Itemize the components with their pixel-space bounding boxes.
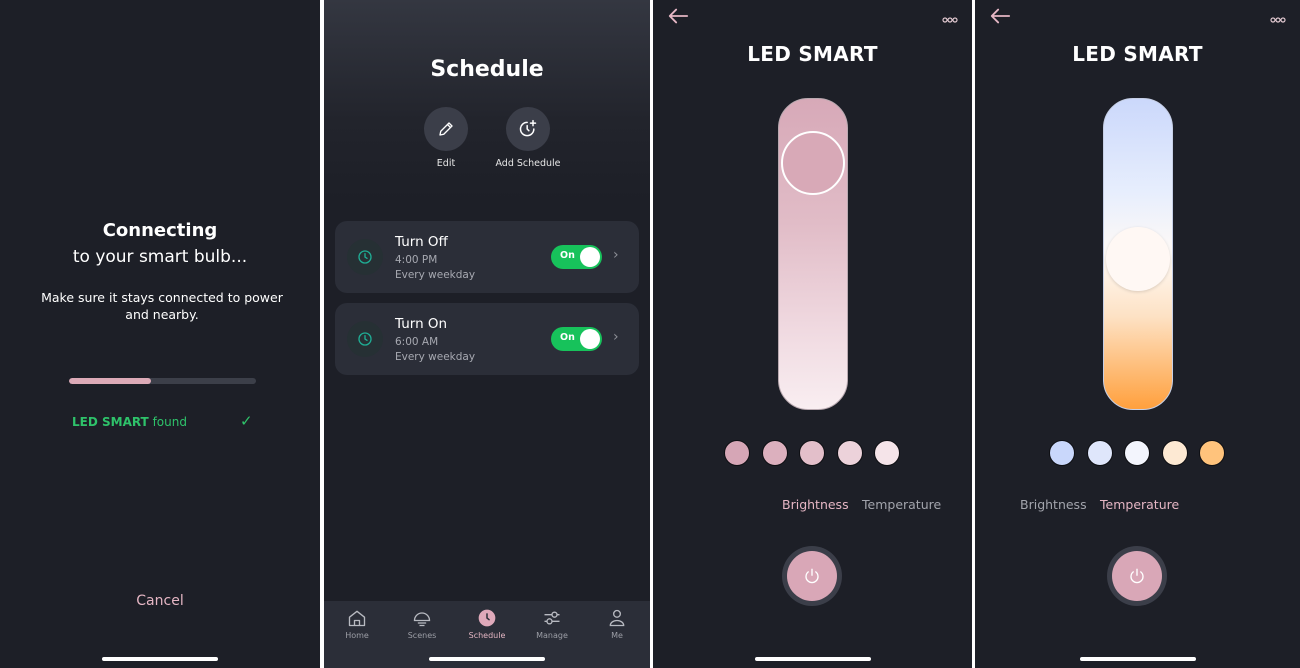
color-swatch[interactable]: [799, 440, 825, 466]
power-button[interactable]: [1107, 546, 1167, 606]
clock-icon: [478, 609, 496, 627]
edit-button[interactable]: Edit: [401, 107, 491, 169]
schedule-name: Turn On: [395, 316, 448, 332]
tab-label: Schedule: [468, 631, 506, 640]
found-device-name: LED SMART: [72, 415, 149, 429]
toggle-label: On: [560, 250, 575, 261]
sliders-icon: [544, 611, 560, 625]
temperature-slider[interactable]: [1103, 98, 1173, 410]
page-title: Schedule: [430, 57, 544, 82]
connection-progress-bar: [69, 378, 256, 384]
brightness-slider-thumb[interactable]: [781, 131, 845, 195]
color-swatch[interactable]: [1049, 440, 1075, 466]
cancel-button[interactable]: Cancel: [0, 593, 320, 609]
connecting-description: Make sure it stays connected to power an…: [41, 290, 283, 322]
color-swatch[interactable]: [762, 440, 788, 466]
tab-scenes[interactable]: Scenes: [392, 608, 452, 640]
clock-icon: [358, 332, 372, 346]
back-button[interactable]: [667, 6, 689, 30]
tab-label: Scenes: [407, 631, 437, 640]
schedule-repeat: Every weekday: [395, 351, 476, 363]
clock-plus-icon: [519, 119, 537, 137]
power-button[interactable]: [782, 546, 842, 606]
home-indicator[interactable]: [1079, 657, 1196, 661]
temperature-slider-thumb[interactable]: [1106, 227, 1170, 291]
bulb-icon: [413, 612, 431, 627]
brightness-slider[interactable]: [778, 98, 848, 410]
home-icon: [348, 610, 366, 627]
device-title: LED SMART: [1072, 42, 1203, 66]
tab-label: Me: [611, 631, 623, 640]
more-dots-icon: [1270, 17, 1286, 23]
tab-temperature[interactable]: Temperature: [862, 497, 941, 512]
toggle-knob: [580, 247, 600, 267]
schedule-name: Turn Off: [395, 234, 448, 250]
brightness-screen: LED SMART Brightness Temperature: [653, 0, 972, 668]
arrow-left-icon: [990, 8, 1011, 24]
add-schedule-button[interactable]: Add Schedule: [483, 107, 573, 169]
temperature-screen: LED SMART Brightness Temperature: [975, 0, 1300, 668]
home-indicator[interactable]: [102, 657, 218, 661]
device-found-status: LED SMART found: [72, 415, 187, 429]
clock-icon: [358, 250, 372, 264]
edit-label: Edit: [436, 158, 456, 169]
connecting-subtitle: to your smart bulb...: [72, 247, 248, 267]
tab-home[interactable]: Home: [327, 608, 387, 640]
tab-manage[interactable]: Manage: [522, 608, 582, 640]
tab-label: Home: [345, 631, 369, 640]
schedule-item[interactable]: Turn Off 4:00 PM Every weekday On ›: [335, 221, 639, 293]
tab-brightness[interactable]: Brightness: [782, 497, 849, 512]
color-swatch[interactable]: [1124, 440, 1150, 466]
add-schedule-label: Add Schedule: [495, 158, 561, 169]
found-suffix: found: [152, 415, 187, 429]
power-icon: [1130, 568, 1144, 584]
schedule-item[interactable]: Turn On 6:00 AM Every weekday On ›: [335, 303, 639, 375]
color-swatch[interactable]: [1162, 440, 1188, 466]
power-icon: [805, 568, 819, 584]
color-swatch[interactable]: [724, 440, 750, 466]
connecting-title: Connecting: [102, 220, 218, 241]
toggle-label: On: [560, 332, 575, 343]
home-indicator[interactable]: [429, 657, 545, 661]
more-options-button[interactable]: [1270, 8, 1286, 27]
color-swatch[interactable]: [837, 440, 863, 466]
bottom-tab-bar: Home Scenes Schedule Manage Me: [324, 601, 650, 668]
back-button[interactable]: [989, 6, 1011, 30]
progress-fill: [69, 378, 152, 384]
arrow-left-icon: [668, 8, 689, 24]
schedule-time: 6:00 AM: [395, 336, 439, 348]
color-swatch[interactable]: [1199, 440, 1225, 466]
pencil-icon: [439, 122, 453, 136]
schedule-toggle[interactable]: On: [551, 327, 602, 351]
color-swatch[interactable]: [874, 440, 900, 466]
tab-label: Manage: [536, 631, 568, 640]
schedule-screen: Schedule Edit Add Schedule Turn Off 4:00…: [324, 0, 650, 668]
tab-brightness[interactable]: Brightness: [1020, 497, 1087, 512]
device-title: LED SMART: [747, 42, 878, 66]
home-indicator[interactable]: [754, 657, 871, 661]
more-dots-icon: [942, 17, 958, 23]
schedule-time: 4:00 PM: [395, 254, 438, 266]
check-icon: ✓: [240, 412, 253, 430]
tab-schedule[interactable]: Schedule: [457, 608, 517, 640]
connecting-screen: Connecting to your smart bulb... Make su…: [0, 0, 320, 668]
user-icon: [609, 609, 625, 627]
schedule-toggle[interactable]: On: [551, 245, 602, 269]
more-options-button[interactable]: [942, 8, 958, 27]
color-swatch[interactable]: [1087, 440, 1113, 466]
toggle-knob: [580, 329, 600, 349]
tab-me[interactable]: Me: [587, 608, 647, 640]
chevron-right-icon[interactable]: ›: [613, 329, 619, 345]
schedule-repeat: Every weekday: [395, 269, 476, 281]
chevron-right-icon[interactable]: ›: [613, 247, 619, 263]
tab-temperature[interactable]: Temperature: [1100, 497, 1179, 512]
